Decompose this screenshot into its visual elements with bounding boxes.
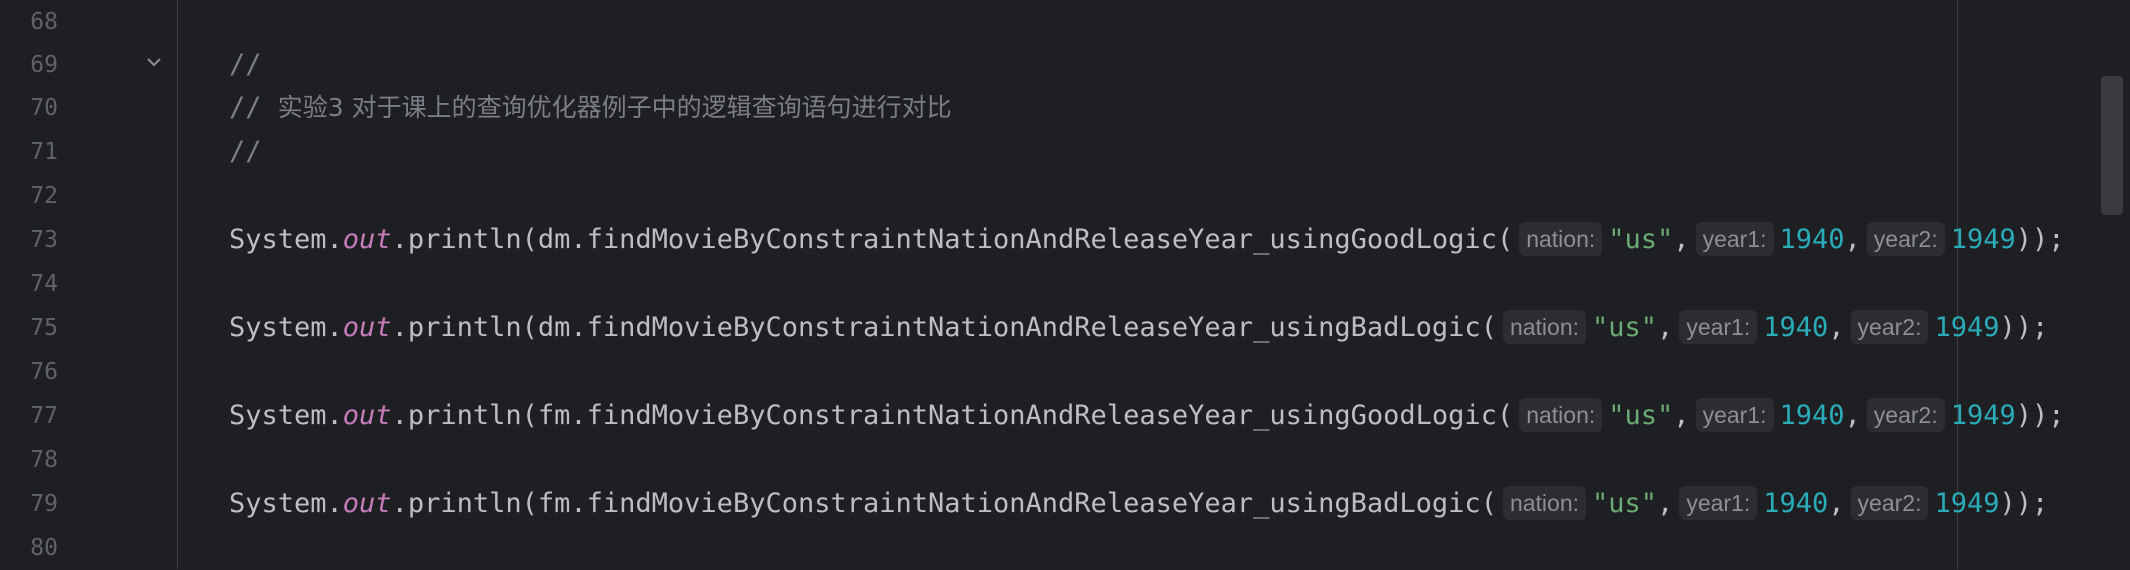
method-call: .println(fm.findMovieByConstraintNationA… — [391, 488, 1497, 519]
code-line[interactable]: 78 — [0, 438, 2130, 482]
number-literal: 1949 — [1934, 312, 2000, 343]
code-statement[interactable]: System.out.println(fm.findMovieByConstra… — [229, 482, 2048, 526]
number-literal: 1940 — [1763, 312, 1829, 343]
parameter-hint: year2: — [1850, 310, 1929, 344]
code-suffix: )); — [2015, 400, 2065, 431]
method-call: .println(dm.findMovieByConstraintNationA… — [391, 224, 1514, 255]
static-field: out — [342, 488, 392, 519]
code-line[interactable]: 69 // — [0, 43, 2130, 87]
separator: , — [1844, 400, 1861, 431]
line-number: 76 — [30, 359, 58, 385]
line-number: 73 — [30, 227, 58, 253]
code-line[interactable]: 68 — [0, 0, 2130, 44]
line-number: 68 — [30, 9, 58, 35]
number-literal: 1949 — [1950, 224, 2016, 255]
separator: , — [1673, 224, 1690, 255]
comment: // 实验3 对于课上的查询优化器例子中的逻辑查询语句进行对比 — [229, 86, 952, 130]
code-prefix: System. — [229, 224, 343, 255]
string-literal: "us" — [1592, 488, 1658, 519]
separator: , — [1828, 312, 1845, 343]
code-line[interactable]: 79 System.out.println(fm.findMovieByCons… — [0, 482, 2130, 526]
method-call: .println(fm.findMovieByConstraintNationA… — [391, 400, 1514, 431]
parameter-hint: year1: — [1695, 222, 1774, 256]
code-suffix: )); — [1999, 312, 2049, 343]
comment-text: 实验3 对于课上的查询优化器例子中的逻辑查询语句进行对比 — [277, 93, 952, 122]
code-line[interactable]: 74 — [0, 262, 2130, 306]
line-number: 69 — [30, 52, 58, 78]
static-field: out — [342, 312, 392, 343]
number-literal: 1940 — [1779, 400, 1845, 431]
code-prefix: System. — [229, 312, 343, 343]
separator: , — [1828, 488, 1845, 519]
line-number: 79 — [30, 491, 58, 517]
parameter-hint: year1: — [1679, 486, 1758, 520]
code-line[interactable]: 71 // — [0, 130, 2130, 174]
code-prefix: System. — [229, 488, 343, 519]
string-literal: "us" — [1608, 400, 1674, 431]
number-literal: 1940 — [1779, 224, 1845, 255]
code-line[interactable]: 76 — [0, 350, 2130, 394]
static-field: out — [342, 400, 392, 431]
code-suffix: )); — [1999, 488, 2049, 519]
line-number: 80 — [30, 535, 58, 561]
parameter-hint: nation: — [1502, 310, 1587, 344]
code-statement[interactable]: System.out.println(fm.findMovieByConstra… — [229, 394, 2065, 438]
line-number: 70 — [30, 95, 58, 121]
code-suffix: )); — [2015, 224, 2065, 255]
separator: , — [1673, 400, 1690, 431]
parameter-hint: year2: — [1850, 486, 1929, 520]
code-line[interactable]: 75 System.out.println(dm.findMovieByCons… — [0, 306, 2130, 350]
parameter-hint: nation: — [1502, 486, 1587, 520]
code-statement[interactable]: System.out.println(dm.findMovieByConstra… — [229, 306, 2048, 350]
code-statement[interactable]: System.out.println(dm.findMovieByConstra… — [229, 218, 2065, 262]
parameter-hint: year2: — [1866, 398, 1945, 432]
number-literal: 1949 — [1950, 400, 2016, 431]
parameter-hint: year2: — [1866, 222, 1945, 256]
string-literal: "us" — [1592, 312, 1658, 343]
parameter-hint: nation: — [1519, 222, 1603, 256]
comment: // — [229, 49, 262, 80]
line-number: 77 — [30, 403, 58, 429]
line-number: 71 — [30, 139, 58, 165]
separator: , — [1844, 224, 1861, 255]
code-line[interactable]: 72 — [0, 174, 2130, 218]
code-prefix: System. — [229, 400, 343, 431]
number-literal: 1949 — [1934, 488, 2000, 519]
number-literal: 1940 — [1763, 488, 1829, 519]
separator: , — [1657, 488, 1674, 519]
separator: , — [1657, 312, 1674, 343]
method-call: .println(dm.findMovieByConstraintNationA… — [391, 312, 1497, 343]
parameter-hint: nation: — [1519, 398, 1603, 432]
code-line[interactable]: 73 System.out.println(dm.findMovieByCons… — [0, 218, 2130, 262]
line-number: 74 — [30, 271, 58, 297]
parameter-hint: year1: — [1679, 310, 1758, 344]
line-number: 72 — [30, 183, 58, 209]
line-number: 78 — [30, 447, 58, 473]
code-line[interactable]: 70 // 实验3 对于课上的查询优化器例子中的逻辑查询语句进行对比 — [0, 86, 2130, 130]
static-field: out — [342, 224, 392, 255]
comment-prefix: // — [229, 92, 278, 123]
comment: // — [229, 136, 262, 167]
code-line[interactable]: 80 — [0, 526, 2130, 570]
code-line[interactable]: 77 System.out.println(fm.findMovieByCons… — [0, 394, 2130, 438]
chevron-down-icon[interactable] — [142, 53, 166, 77]
string-literal: "us" — [1608, 224, 1674, 255]
parameter-hint: year1: — [1695, 398, 1774, 432]
line-number: 75 — [30, 315, 58, 341]
